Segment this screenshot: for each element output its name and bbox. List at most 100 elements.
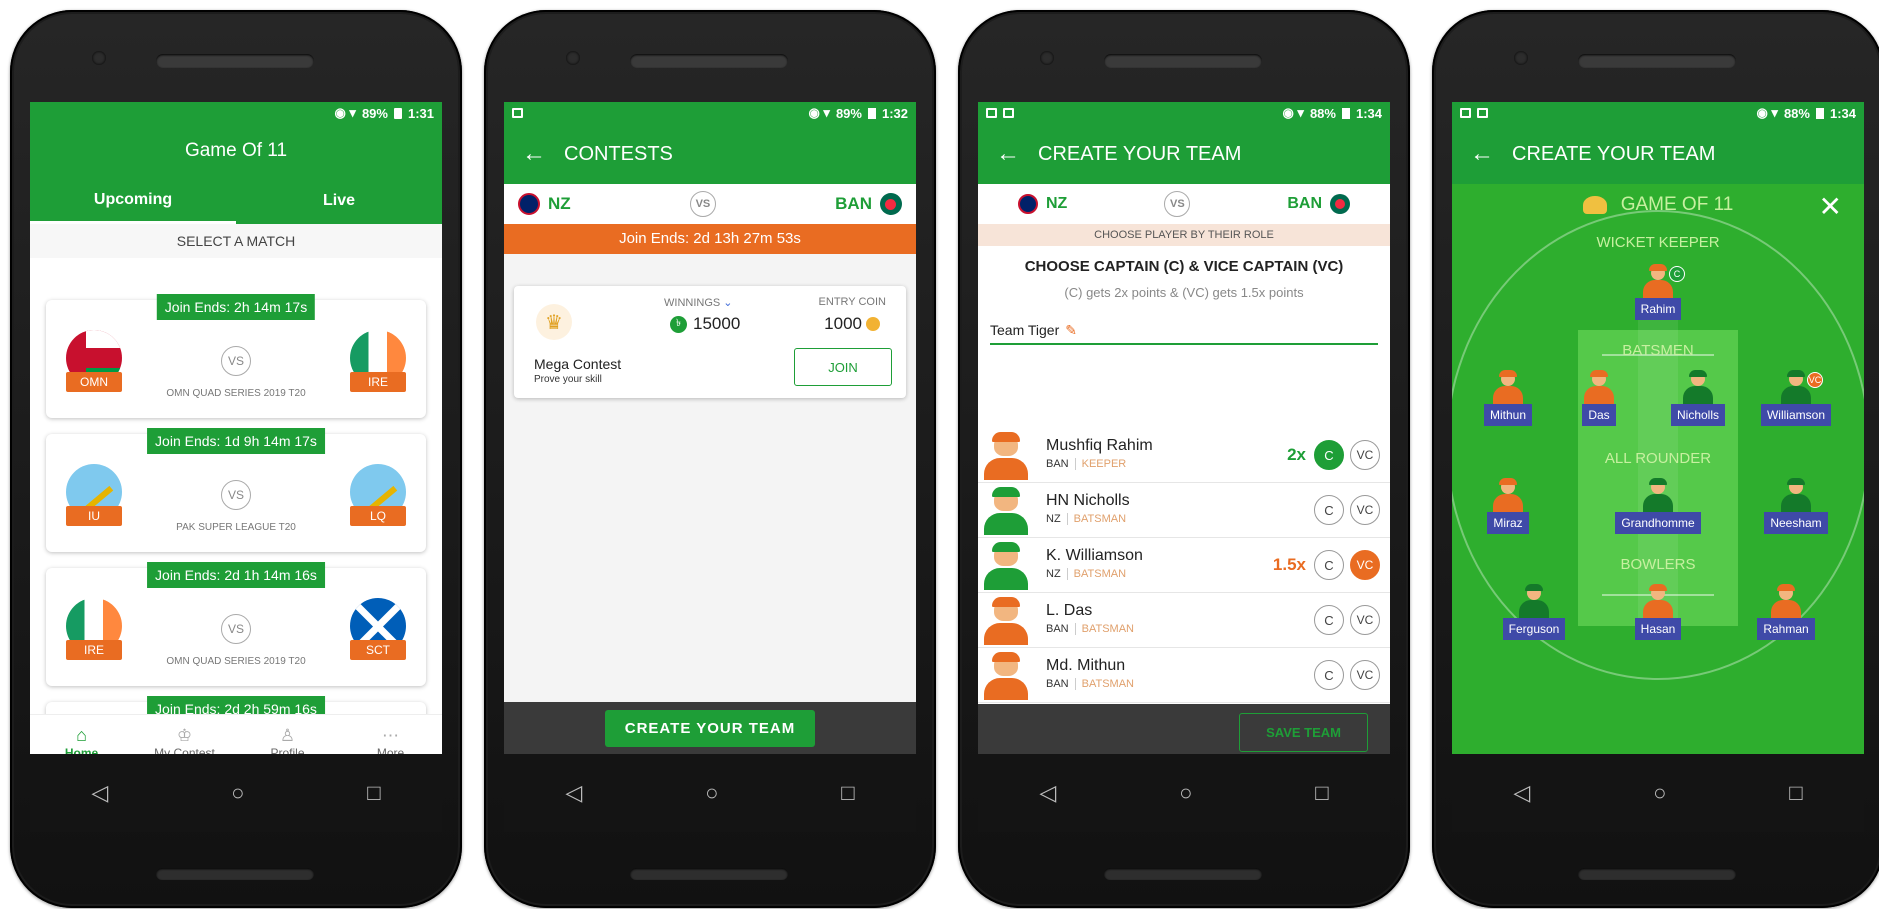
clock: 1:34 <box>1829 105 1856 121</box>
recents-nav-icon[interactable]: □ <box>1315 780 1328 806</box>
create-team-button[interactable]: CREATE YOUR TEAM <box>604 709 816 747</box>
back-nav-icon[interactable]: ◁ <box>1039 780 1056 806</box>
home-nav-icon[interactable]: ○ <box>1179 780 1192 806</box>
join-button[interactable]: JOIN <box>794 348 892 386</box>
field-screen: ◉ ▾ 88% 1:34 ← CREATE YOUR TEAM GAME OF … <box>1452 102 1864 832</box>
status-bar: ◉ ▾ 89% 1:31 <box>30 102 442 124</box>
captain-subheading: (C) gets 2x points & (VC) gets 1.5x poin… <box>1064 285 1304 300</box>
home-screen: ◉ ▾ 89% 1:31 Game Of 11 Upcoming Live SE… <box>30 102 442 832</box>
vs-badge: VS <box>689 191 716 217</box>
status-bar: ◉ ▾ 89% 1:32 <box>504 102 916 124</box>
cta-bar: CREATE YOUR TEAM <box>504 702 916 754</box>
pencil-icon[interactable]: ✎ <box>1065 322 1077 339</box>
recents-nav-icon[interactable]: □ <box>841 780 854 806</box>
captain-toggle[interactable]: C <box>1314 605 1344 635</box>
captain-toggle[interactable]: C <box>1314 495 1344 525</box>
vice-captain-toggle[interactable]: VC <box>1350 605 1380 635</box>
match-card[interactable]: Join Ends: 2d 1h 14m 16s IRE VS OMN QUAD… <box>46 562 426 686</box>
field-player[interactable]: Williamson VC <box>1751 370 1841 426</box>
player-row[interactable]: L. Das BAN BATSMAN C VC <box>978 593 1390 648</box>
back-arrow-icon[interactable]: ← <box>504 140 564 168</box>
tab-upcoming[interactable]: Upcoming <box>30 178 236 224</box>
team-name-field[interactable]: Team Tiger ✎ <box>990 322 1378 345</box>
gold-coin-icon <box>866 317 880 331</box>
vice-captain-toggle[interactable]: VC <box>1350 550 1380 580</box>
vice-captain-toggle[interactable]: VC <box>1350 495 1380 525</box>
field-player[interactable]: Neesham <box>1751 478 1841 534</box>
back-arrow-icon[interactable]: ← <box>1452 140 1512 168</box>
screen-title: CREATE YOUR TEAM <box>1038 142 1242 165</box>
captain-toggle[interactable]: C <box>1314 550 1344 580</box>
phone-home: ◉ ▾ 89% 1:31 Game Of 11 Upcoming Live SE… <box>10 10 462 908</box>
team-left-label: NZ <box>548 194 571 213</box>
wifi-icon: ◉ ▾ <box>1756 105 1778 120</box>
vice-captain-toggle[interactable]: VC <box>1350 660 1380 690</box>
player-row[interactable]: HN Nicholls NZ BATSMAN C VC <box>978 483 1390 538</box>
brand-name: GAME OF 11 <box>1620 194 1734 215</box>
team-right-label: BAN <box>835 194 872 213</box>
captain-heading: CHOOSE CAPTAIN (C) & VICE CAPTAIN (VC) <box>1024 258 1344 275</box>
field-player[interactable]: Rahman <box>1741 584 1831 640</box>
earpiece-speaker <box>156 54 314 68</box>
recents-nav-icon[interactable]: □ <box>367 780 380 806</box>
field-player[interactable]: Ferguson <box>1489 584 1579 640</box>
clock: 1:31 <box>407 105 434 121</box>
back-arrow-icon[interactable]: ← <box>978 140 1038 168</box>
player-team: NZ <box>1046 568 1061 580</box>
vice-captain-toggle[interactable]: VC <box>1350 440 1380 470</box>
field-player[interactable]: Das <box>1554 370 1644 426</box>
player-figure-icon <box>1643 264 1673 298</box>
field-player[interactable]: Grandhomme <box>1613 478 1703 534</box>
player-name: K. Williamson <box>1046 547 1143 564</box>
system-nav-bar: ◁ ○ □ <box>1452 754 1864 832</box>
multiplier-label: 1.5x <box>1272 555 1306 574</box>
field-player[interactable]: Mithun <box>1463 370 1553 426</box>
close-icon[interactable]: ✕ <box>1819 190 1842 223</box>
field-player-name: Neesham <box>1764 512 1828 534</box>
join-ends-tag: Join Ends: 2h 14m 17s <box>156 294 316 320</box>
contest-tagline: Prove your skill <box>534 374 602 385</box>
player-name: HN Nicholls <box>1046 492 1130 509</box>
field-player[interactable]: Hasan <box>1613 584 1703 640</box>
bangladesh-flag-icon <box>1330 194 1350 214</box>
team-right-label: LQ <box>350 506 406 526</box>
system-nav-bar: ◁ ○ □ <box>504 754 916 832</box>
bottom-speaker <box>156 868 314 880</box>
match-card[interactable]: Join Ends: 1d 9h 14m 17s IU VS PAK SUPER… <box>46 428 426 552</box>
field-player[interactable]: Miraz <box>1463 478 1553 534</box>
home-icon: ⌂ <box>76 725 87 745</box>
captain-toggle[interactable]: C <box>1314 440 1344 470</box>
field-player[interactable]: Rahim C <box>1613 264 1703 320</box>
save-team-button[interactable]: SAVE TEAM <box>1239 712 1368 752</box>
select-match-label: SELECT A MATCH <box>30 224 442 258</box>
entry-amount: 1000 <box>824 314 862 333</box>
player-meta: BAN KEEPER <box>1046 455 1153 473</box>
captain-toggle[interactable]: C <box>1314 660 1344 690</box>
chevron-down-icon[interactable]: ⌄ <box>723 297 732 309</box>
player-name: Md. Mithun <box>1046 657 1126 674</box>
back-nav-icon[interactable]: ◁ <box>91 780 108 806</box>
app-title: Game Of 11 <box>30 124 442 178</box>
player-role: BATSMAN <box>1066 513 1127 525</box>
recents-nav-icon[interactable]: □ <box>1789 780 1802 806</box>
game-logo-icon <box>1582 196 1607 214</box>
player-row[interactable]: K. Williamson NZ BATSMAN 1.5x C VC <box>978 538 1390 593</box>
home-nav-icon[interactable]: ○ <box>1653 780 1666 806</box>
team-right-label: BAN <box>1287 195 1322 212</box>
field-player[interactable]: Nicholls <box>1653 370 1743 426</box>
match-card[interactable]: Join Ends: 2h 14m 17s OMN VS OMN QUAD SE… <box>46 294 426 418</box>
phone-field-preview: ◉ ▾ 88% 1:34 ← CREATE YOUR TEAM GAME OF … <box>1432 10 1879 908</box>
pitch-strip <box>1638 314 1678 626</box>
contest-card[interactable]: ♛ WINNINGS ⌄ ৳ 15000 ENTRY COIN 1000 Meg… <box>514 286 906 398</box>
tab-live[interactable]: Live <box>236 178 442 224</box>
battery-text: 88% <box>1309 105 1336 121</box>
home-nav-icon[interactable]: ○ <box>231 780 244 806</box>
player-avatar-icon <box>982 430 1030 480</box>
home-nav-icon[interactable]: ○ <box>705 780 718 806</box>
nz-flag-icon <box>1018 194 1038 214</box>
back-nav-icon[interactable]: ◁ <box>1513 780 1530 806</box>
role-hint: CHOOSE PLAYER BY THEIR ROLE <box>978 224 1390 246</box>
back-nav-icon[interactable]: ◁ <box>565 780 582 806</box>
player-row[interactable]: Mushfiq Rahim BAN KEEPER 2x C VC <box>978 428 1390 483</box>
player-row[interactable]: Md. Mithun BAN BATSMAN C VC <box>978 648 1390 703</box>
